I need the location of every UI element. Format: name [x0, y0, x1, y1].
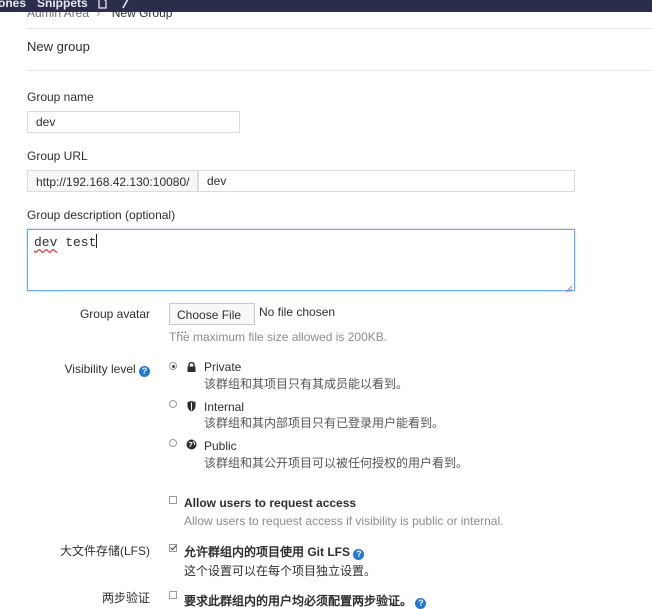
group-description-textarea[interactable]: dev test	[27, 229, 575, 293]
request-access-hint: Allow users to request access if visibil…	[184, 514, 504, 528]
visibility-radio-private[interactable]	[169, 362, 177, 370]
visibility-radio-public[interactable]	[169, 439, 177, 447]
visibility-option-private[interactable]: Private	[204, 360, 241, 374]
two-factor-label[interactable]: 要求此群组内的用户均必须配置两步验证。 ?	[184, 592, 427, 609]
choose-file-button[interactable]: Choose File ...	[169, 303, 255, 336]
group-path-input[interactable]: dev	[198, 170, 575, 192]
help-icon[interactable]: ?	[139, 366, 150, 377]
help-icon[interactable]: ?	[353, 549, 365, 560]
group-url-prefix: http://192.168.42.130:10080/	[27, 170, 198, 192]
request-access-checkbox[interactable]	[169, 496, 177, 504]
description-text: test	[57, 235, 97, 250]
visibility-level-text: Visibility level	[64, 362, 136, 376]
nav-link-milestones[interactable]: ones	[0, 0, 26, 10]
lfs-row-label: 大文件存储(LFS)	[59, 544, 150, 558]
visibility-option-internal[interactable]: Internal	[204, 400, 244, 414]
group-description-label: Group description (optional)	[27, 208, 176, 222]
lfs-label-text: 允许群组内的项目使用 Git LFS	[184, 545, 350, 559]
visibility-desc-public: 该群组和其公开项目可以被任何授权的用户看到。	[204, 456, 469, 470]
divider	[27, 70, 652, 71]
file-icon[interactable]	[98, 0, 107, 9]
two-factor-checkbox[interactable]	[169, 591, 177, 599]
help-icon[interactable]: ?	[415, 598, 427, 609]
resize-handle-icon[interactable]	[565, 281, 573, 293]
top-nav-bar: ones Snippets	[0, 0, 652, 12]
divider	[27, 28, 652, 29]
group-avatar-label: Group avatar	[79, 307, 150, 321]
lfs-label[interactable]: 允许群组内的项目使用 Git LFS ?	[184, 543, 365, 560]
file-status-text: No file chosen	[259, 305, 336, 319]
two-factor-row-label: 两步验证	[101, 591, 150, 605]
visibility-desc-private: 该群组和其项目只有其成员能以看到。	[204, 377, 409, 391]
globe-icon	[186, 439, 197, 450]
text-caret	[96, 234, 98, 248]
lock-icon	[187, 361, 196, 372]
description-word-misspelled: dev	[34, 235, 58, 250]
nav-link-snippets[interactable]: Snippets	[37, 0, 88, 10]
visibility-desc-internal: 该群组和其内部项目只有已登录用户能看到。	[204, 416, 445, 430]
group-name-input[interactable]: dev	[27, 111, 240, 133]
breadcrumb-admin-area[interactable]: Admin Area	[27, 12, 89, 20]
visibility-radio-internal[interactable]	[169, 400, 177, 408]
lfs-checkbox[interactable]	[169, 544, 177, 552]
visibility-level-label: Visibility level ?	[20, 362, 150, 377]
visibility-option-public[interactable]: Public	[204, 439, 237, 453]
avatar-size-hint: The maximum file size allowed is 200KB.	[169, 330, 388, 344]
request-access-label[interactable]: Allow users to request access	[184, 496, 356, 510]
group-name-label: Group name	[27, 90, 94, 104]
group-url-label: Group URL	[27, 149, 88, 163]
page-title: New group	[27, 39, 90, 54]
breadcrumb-current: New Group	[111, 12, 173, 20]
breadcrumb-separator: ›	[96, 12, 101, 20]
breadcrumb: Admin Area › New Group	[27, 12, 172, 22]
lfs-hint: 这个设置可以在每个项目独立设置。	[184, 564, 377, 578]
shield-icon	[187, 401, 196, 412]
pencil-icon[interactable]	[121, 0, 129, 9]
